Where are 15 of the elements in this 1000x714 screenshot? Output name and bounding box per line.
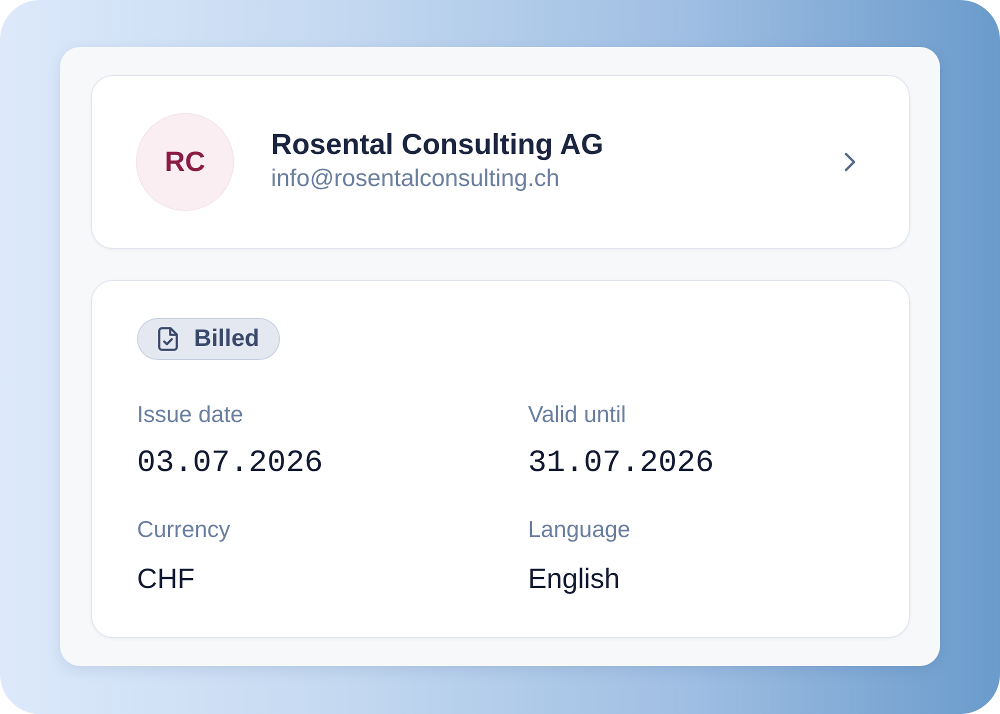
date-value: 31.07.2026 [528,447,714,481]
chevron-right-icon[interactable] [844,152,856,172]
customer-email: info@rosentalconsulting.ch [271,164,560,194]
document-check-icon [158,327,178,351]
field-label: Issue date [137,400,244,428]
status-badge: Billed [137,318,280,360]
customer-name: Rosental Consulting AG [271,128,604,162]
field-label: Currency [137,515,230,543]
field-label: Language [528,515,630,543]
field-label: Valid until [528,400,626,428]
customer-card[interactable]: RC Rosental Consulting AG info@rosentalconsulting.ch [91,75,910,249]
field-value: CHF [137,562,195,596]
avatar-initials: RC [136,113,234,211]
date-value: 03.07.2026 [137,447,324,481]
field-value: English [528,562,620,596]
